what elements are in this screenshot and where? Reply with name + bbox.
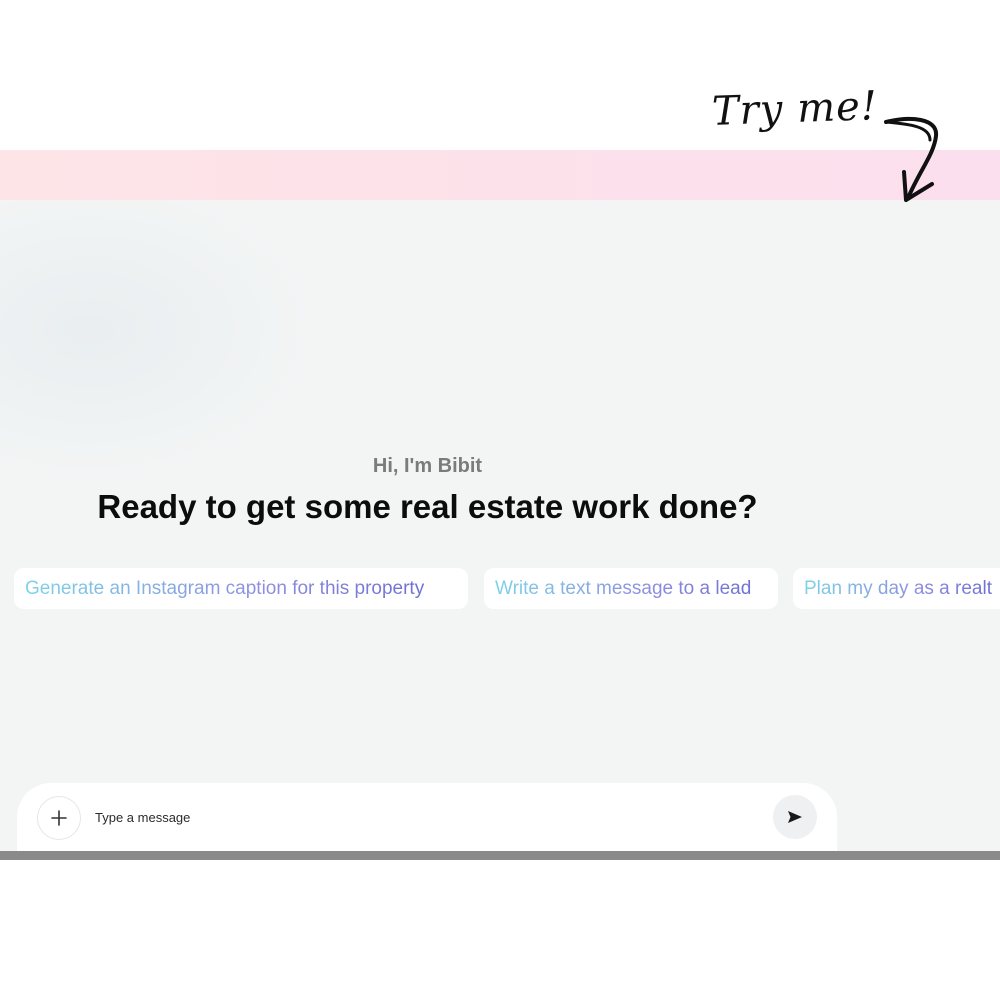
- chat-panel: Hi, I'm Bibit Ready to get some real est…: [0, 200, 1000, 851]
- page: Try me! Hi, I'm Bibit Ready to get some …: [0, 0, 1000, 1000]
- plus-icon: [51, 810, 67, 826]
- suggestion-list: Generate an Instagram caption for this p…: [14, 568, 1000, 612]
- send-button[interactable]: [773, 795, 817, 839]
- chat-headline: Ready to get some real estate work done?: [97, 488, 758, 525]
- arrow-down-icon: [884, 116, 939, 202]
- message-input[interactable]: [95, 803, 755, 831]
- suggestion-chip-instagram-caption[interactable]: Generate an Instagram caption for this p…: [14, 568, 468, 609]
- add-attachment-button[interactable]: [37, 796, 81, 840]
- message-composer: [17, 783, 837, 851]
- suggestion-label: Write a text message to a lead: [495, 577, 752, 599]
- suggestion-label: Generate an Instagram caption for this p…: [25, 577, 425, 599]
- gradient-banner: [0, 150, 1000, 200]
- assistant-greeting: Hi, I'm Bibit: [372, 455, 483, 477]
- send-icon: [788, 811, 802, 823]
- background-glow: [0, 200, 320, 480]
- horizontal-scrollbar[interactable]: [0, 851, 1000, 860]
- suggestion-chip-text-lead[interactable]: Write a text message to a lead: [484, 568, 778, 609]
- suggestion-chip-plan-day[interactable]: Plan my day as a realt: [793, 568, 1000, 609]
- try-me-callout: Try me!: [711, 83, 879, 135]
- suggestion-label: Plan my day as a realt: [804, 577, 992, 599]
